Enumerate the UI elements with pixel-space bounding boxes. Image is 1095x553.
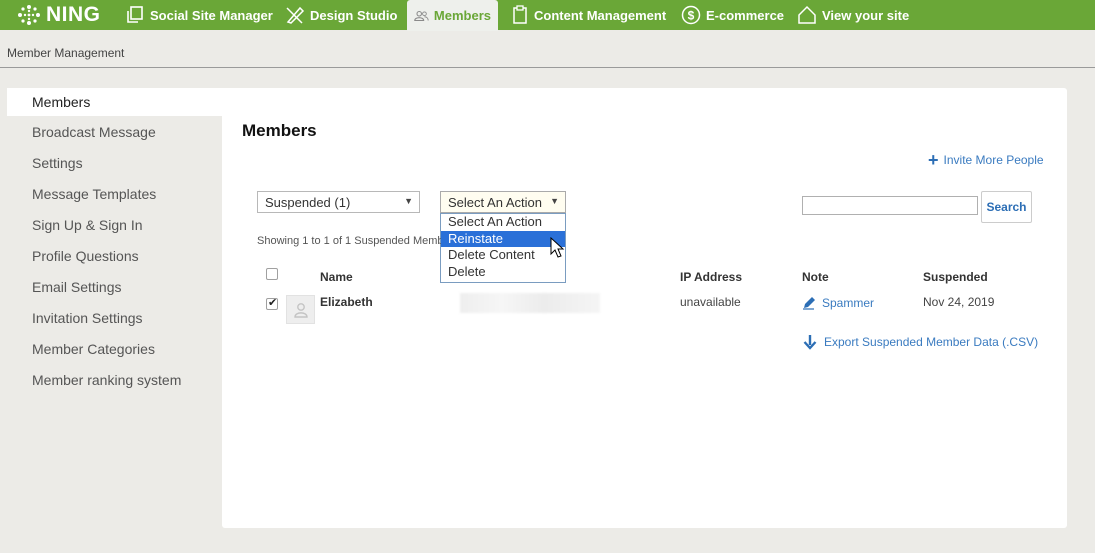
- search-button[interactable]: Search: [981, 191, 1032, 223]
- svg-text:$: $: [688, 9, 695, 23]
- user-placeholder-icon: [293, 302, 308, 318]
- option-select-an-action[interactable]: Select An Action: [441, 214, 565, 231]
- sidebar-item-settings[interactable]: Settings: [7, 147, 222, 178]
- sidebar-item-broadcast-message[interactable]: Broadcast Message: [7, 116, 222, 147]
- sidebar: Members Broadcast Message Settings Messa…: [7, 88, 222, 395]
- row-checkbox[interactable]: [266, 296, 278, 310]
- invite-more-people-link[interactable]: + Invite More People: [928, 150, 1044, 170]
- nav-view-your-site[interactable]: View your site: [797, 0, 909, 30]
- avatar[interactable]: [286, 295, 315, 324]
- mouse-pointer-icon: [550, 237, 565, 258]
- nav-label: Content Management: [534, 7, 667, 23]
- nav-members[interactable]: Members: [407, 0, 498, 31]
- option-delete-content[interactable]: Delete Content: [441, 247, 565, 264]
- member-name-link[interactable]: Elizabeth: [320, 295, 373, 309]
- column-header-name: Name: [320, 270, 353, 284]
- bulk-action-select[interactable]: Select An Action ▼: [440, 191, 566, 213]
- sidebar-item-members[interactable]: Members: [7, 88, 222, 116]
- home-icon: [798, 5, 816, 24]
- bulk-action-dropdown: Select An Action Reinstate Delete Conten…: [440, 213, 566, 283]
- download-arrow-icon: [803, 335, 817, 350]
- column-header-note: Note: [802, 270, 829, 284]
- pencil-ruler-icon: [286, 6, 305, 24]
- sidebar-item-invitation-settings[interactable]: Invitation Settings: [7, 302, 222, 333]
- page-title: Members: [242, 121, 317, 140]
- pencil-icon: [803, 297, 815, 310]
- sidebar-item-profile-questions[interactable]: Profile Questions: [7, 240, 222, 271]
- nav-design-studio[interactable]: Design Studio: [285, 0, 397, 30]
- sidebar-item-member-categories[interactable]: Member Categories: [7, 333, 222, 364]
- ning-logo-icon: [18, 5, 40, 25]
- nav-label: View your site: [822, 7, 910, 23]
- chevron-down-icon: ▼: [550, 196, 559, 206]
- breadcrumb: Member Management: [7, 46, 125, 60]
- dollar-icon: $: [681, 5, 701, 25]
- nav-label: Members: [433, 8, 491, 23]
- sidebar-item-email-settings[interactable]: Email Settings: [7, 271, 222, 302]
- sidebar-item-member-ranking-system[interactable]: Member ranking system: [7, 364, 222, 395]
- action-select-value: Select An Action: [448, 194, 542, 210]
- select-all-checkbox[interactable]: [266, 268, 278, 280]
- note-text: Spammer: [822, 296, 875, 310]
- clipboard-icon: [513, 5, 527, 24]
- logo-text: NING: [46, 3, 101, 26]
- nav-label: Design Studio: [310, 7, 398, 23]
- ning-logo[interactable]: NING: [16, 3, 101, 27]
- results-count-text: Showing 1 to 1 of 1 Suspended Members: [257, 235, 441, 247]
- search-input[interactable]: [802, 196, 978, 215]
- breadcrumb-bar: Member Management: [0, 31, 1095, 68]
- plus-icon: +: [928, 150, 939, 170]
- users-icon: [414, 10, 429, 21]
- nav-content-management[interactable]: Content Management: [511, 0, 666, 30]
- column-header-suspended: Suspended: [923, 270, 988, 284]
- suspended-date: Nov 24, 2019: [923, 295, 995, 309]
- ip-address-value: unavailable: [680, 295, 741, 309]
- column-header-ip-address: IP Address: [680, 270, 743, 284]
- option-reinstate[interactable]: Reinstate: [441, 230, 565, 247]
- export-csv-link[interactable]: Export Suspended Member Data (.CSV): [803, 334, 1038, 350]
- sidebar-item-message-templates[interactable]: Message Templates: [7, 178, 222, 209]
- redacted-email: [460, 293, 600, 313]
- note-link[interactable]: Spammer: [802, 296, 874, 310]
- option-delete[interactable]: Delete: [441, 264, 565, 281]
- filter-select-value: Suspended (1): [265, 194, 351, 210]
- nav-e-commerce[interactable]: $ E-commerce: [681, 0, 784, 30]
- nav-label: E-commerce: [706, 7, 785, 23]
- member-status-filter-select[interactable]: Suspended (1) ▼: [257, 191, 420, 213]
- nav-label: Social Site Manager: [150, 7, 273, 23]
- nav-social-site-manager[interactable]: Social Site Manager: [125, 0, 273, 30]
- copy-icon: [127, 6, 143, 23]
- invite-label: Invite More People: [943, 153, 1044, 167]
- top-nav-bar: NING Social Site Manager Design Studio M…: [0, 0, 1095, 31]
- chevron-down-icon: ▼: [404, 196, 413, 206]
- sidebar-item-sign-up-sign-in[interactable]: Sign Up & Sign In: [7, 209, 222, 240]
- export-label: Export Suspended Member Data (.CSV): [824, 335, 1039, 349]
